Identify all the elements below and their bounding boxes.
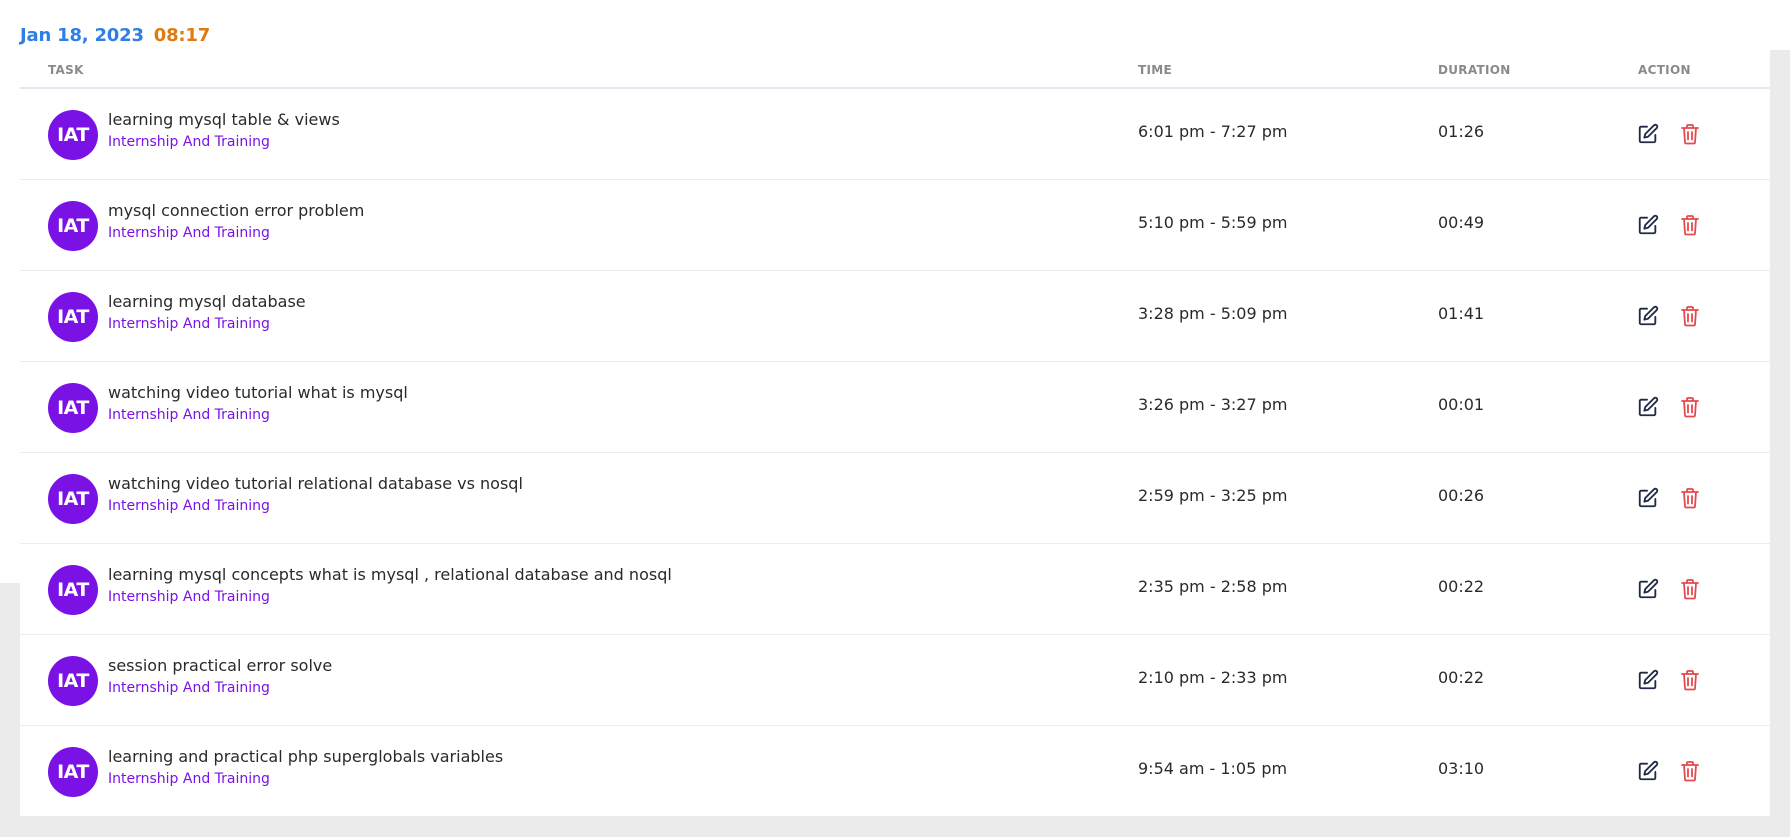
task-title: learning mysql table & views [108, 110, 340, 129]
table-row: IAT session practical error solve Internsh… [20, 635, 1770, 726]
project-avatar: IAT [48, 474, 98, 524]
timesheet-card: Jan 18, 2023 08:17 TASK TIME DURATION AC… [20, 0, 1770, 816]
date-label: Jan 18, 2023 [20, 24, 144, 46]
total-time-label: 08:17 [153, 24, 211, 46]
table-row: IAT learning mysql table & views Internshi… [20, 89, 1770, 180]
table-header: TASK TIME DURATION ACTION [20, 59, 1770, 89]
edit-icon[interactable] [1637, 760, 1659, 782]
table-row: IAT learning mysql database Internship And… [20, 271, 1770, 362]
task-duration: 00:26 [1438, 486, 1485, 505]
task-category-link[interactable]: Internship And Training [108, 407, 270, 423]
task-duration: 00:49 [1438, 213, 1485, 232]
trash-icon[interactable] [1680, 760, 1700, 782]
project-avatar: IAT [48, 110, 98, 160]
date-header: Jan 18, 2023 08:17 [20, 23, 210, 47]
task-title: mysql connection error problem [108, 201, 365, 220]
task-duration: 00:01 [1438, 395, 1485, 414]
task-category-link[interactable]: Internship And Training [108, 225, 270, 241]
task-time-range: 9:54 am - 1:05 pm [1138, 759, 1288, 778]
table-row: IAT watching video tutorial relational da… [20, 453, 1770, 544]
task-time-range: 2:10 pm - 2:33 pm [1138, 668, 1288, 687]
task-time-range: 2:59 pm - 3:25 pm [1138, 486, 1288, 505]
task-duration: 01:26 [1438, 122, 1485, 141]
table-row: IAT mysql connection error problem Interns… [20, 180, 1770, 271]
task-time-range: 2:35 pm - 2:58 pm [1138, 577, 1288, 596]
edit-icon[interactable] [1637, 214, 1659, 236]
task-title: learning mysql database [108, 292, 306, 311]
table-row: IAT learning and practical php supergloba… [20, 726, 1770, 816]
trash-icon[interactable] [1680, 578, 1700, 600]
task-duration: 03:10 [1438, 759, 1485, 778]
task-time-range: 3:26 pm - 3:27 pm [1138, 395, 1288, 414]
task-duration: 00:22 [1438, 577, 1485, 596]
edit-icon[interactable] [1637, 123, 1659, 145]
trash-icon[interactable] [1680, 669, 1700, 691]
column-header-duration: DURATION [1438, 63, 1511, 77]
task-time-range: 6:01 pm - 7:27 pm [1138, 122, 1288, 141]
task-title: learning and practical php superglobals … [108, 747, 504, 766]
task-category-link[interactable]: Internship And Training [108, 134, 270, 150]
task-title: learning mysql concepts what is mysql , … [108, 565, 672, 584]
task-duration: 01:41 [1438, 304, 1485, 323]
edit-icon[interactable] [1637, 487, 1659, 509]
task-category-link[interactable]: Internship And Training [108, 589, 270, 605]
task-title: watching video tutorial relational datab… [108, 474, 523, 493]
column-header-time: TIME [1138, 63, 1172, 77]
column-header-action: ACTION [1638, 63, 1691, 77]
edit-icon[interactable] [1637, 305, 1659, 327]
project-avatar: IAT [48, 292, 98, 342]
task-time-range: 3:28 pm - 5:09 pm [1138, 304, 1288, 323]
edit-icon[interactable] [1637, 669, 1659, 691]
task-title: session practical error solve [108, 656, 333, 675]
trash-icon[interactable] [1680, 305, 1700, 327]
project-avatar: IAT [48, 656, 98, 706]
trash-icon[interactable] [1680, 396, 1700, 418]
task-title: watching video tutorial what is mysql [108, 383, 408, 402]
project-avatar: IAT [48, 201, 98, 251]
task-category-link[interactable]: Internship And Training [108, 316, 270, 332]
task-duration: 00:22 [1438, 668, 1485, 687]
task-category-link[interactable]: Internship And Training [108, 771, 270, 787]
trash-icon[interactable] [1680, 214, 1700, 236]
task-category-link[interactable]: Internship And Training [108, 680, 270, 696]
table-row: IAT watching video tutorial what is mysql… [20, 362, 1770, 453]
table-row: IAT learning mysql concepts what is mysql… [20, 544, 1770, 635]
task-time-range: 5:10 pm - 5:59 pm [1138, 213, 1288, 232]
project-avatar: IAT [48, 565, 98, 615]
edit-icon[interactable] [1637, 578, 1659, 600]
project-avatar: IAT [48, 747, 98, 797]
column-header-task: TASK [48, 63, 84, 77]
trash-icon[interactable] [1680, 123, 1700, 145]
task-category-link[interactable]: Internship And Training [108, 498, 270, 514]
trash-icon[interactable] [1680, 487, 1700, 509]
edit-icon[interactable] [1637, 396, 1659, 418]
project-avatar: IAT [48, 383, 98, 433]
